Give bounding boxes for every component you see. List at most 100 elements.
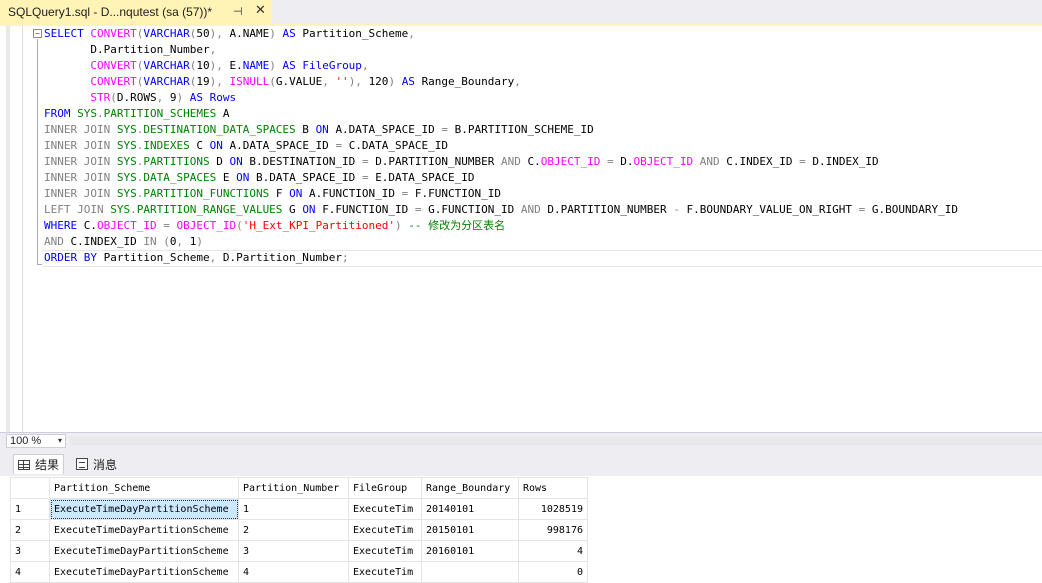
code-token: F.BOUNDARY_VALUE_ON_RIGHT <box>686 203 859 216</box>
code-token: E <box>216 171 237 184</box>
code-line[interactable]: INNER JOIN SYS.PARTITION_FUNCTIONS F ON … <box>44 186 958 202</box>
table-cell[interactable]: 2 <box>238 519 349 541</box>
code-token: PARTITION_RANGE_VALUES <box>136 203 283 216</box>
horizontal-scrollbar[interactable] <box>70 437 1042 445</box>
code-token: ), <box>209 27 230 40</box>
code-token: INNER JOIN <box>44 187 117 200</box>
code-token: A.FUNCTION_ID <box>308 187 402 200</box>
code-token: ( <box>110 91 117 104</box>
code-token: = <box>401 187 415 200</box>
column-header-partition-number[interactable]: Partition_Number <box>238 477 349 499</box>
sql-editor[interactable]: − SELECT CONVERT(VARCHAR(50), A.NAME) AS… <box>0 26 1042 432</box>
code-token: B.PARTITION_SCHEME_ID <box>454 123 594 136</box>
code-token: = <box>600 155 621 168</box>
code-token: OBJECT_ID <box>176 219 237 232</box>
code-token: F.FUNCTION_ID <box>414 187 502 200</box>
table-cell[interactable]: ExecuteTim <box>348 498 422 520</box>
code-token: AND <box>693 155 727 168</box>
chevron-down-icon[interactable]: ▾ <box>58 435 62 447</box>
table-cell[interactable]: ExecuteTimeDayPartitionScheme <box>49 498 239 520</box>
code-token: SYS <box>116 187 137 200</box>
code-line[interactable]: INNER JOIN SYS.DESTINATION_DATA_SPACES B… <box>44 122 958 138</box>
code-line[interactable]: INNER JOIN SYS.INDEXES C ON A.DATA_SPACE… <box>44 138 958 154</box>
tab-messages[interactable]: 消息 <box>72 454 121 474</box>
code-line[interactable]: CONVERT(VARCHAR(19), ISNULL(G.VALUE, '')… <box>44 74 958 90</box>
tab-results[interactable]: 结果 <box>13 454 65 474</box>
table-cell[interactable]: ExecuteTim <box>348 540 422 562</box>
code-line[interactable]: INNER JOIN SYS.PARTITIONS D ON B.DESTINA… <box>44 154 958 170</box>
table-cell[interactable]: ExecuteTimeDayPartitionScheme <box>49 540 239 562</box>
table-cell[interactable]: 998176 <box>518 519 588 541</box>
row-number-header[interactable] <box>10 477 50 499</box>
table-row[interactable]: 1 ExecuteTimeDayPartitionScheme 1 Execut… <box>10 498 588 520</box>
table-cell[interactable]: 1 <box>238 498 349 520</box>
table-cell[interactable]: 20140101 <box>421 498 519 520</box>
table-row[interactable]: 4 ExecuteTimeDayPartitionScheme 4 Execut… <box>10 561 588 583</box>
code-token: D.INDEX_ID <box>812 155 879 168</box>
table-cell[interactable]: ExecuteTimeDayPartitionScheme <box>49 519 239 541</box>
column-header-partition-scheme[interactable]: Partition_Scheme <box>49 477 239 499</box>
code-line[interactable]: WHERE C.OBJECT_ID = OBJECT_ID('H_Ext_KPI… <box>44 218 958 234</box>
code-token: SYS <box>116 123 137 136</box>
table-cell[interactable]: 4 <box>518 540 588 562</box>
table-cell[interactable]: 1028519 <box>518 498 588 520</box>
column-header-range-boundary[interactable]: Range_Boundary <box>421 477 519 499</box>
results-grid[interactable]: Partition_Scheme Partition_Number FileGr… <box>10 477 588 583</box>
code-token: AS <box>282 59 303 72</box>
zoom-dropdown[interactable]: 100 % ▾ <box>6 434 66 448</box>
column-header-filegroup[interactable]: FileGroup <box>348 477 422 499</box>
table-cell[interactable]: 3 <box>238 540 349 562</box>
pin-tab-icon[interactable]: ⊣ <box>233 5 243 18</box>
code-token: C.DATA_SPACE_ID <box>348 139 449 152</box>
code-token: ) <box>196 235 203 248</box>
close-tab-icon[interactable]: ✕ <box>255 3 266 18</box>
code-line[interactable]: SELECT CONVERT(VARCHAR(50), A.NAME) AS P… <box>44 26 958 42</box>
code-token: = <box>799 155 813 168</box>
code-token: ) <box>176 91 190 104</box>
code-line[interactable]: AND C.INDEX_ID IN (0, 1) <box>44 234 958 250</box>
row-number[interactable]: 2 <box>10 519 50 541</box>
code-line[interactable]: LEFT JOIN SYS.PARTITION_RANGE_VALUES G O… <box>44 202 958 218</box>
table-cell[interactable] <box>421 561 519 583</box>
code-token: ON <box>302 203 323 216</box>
code-token: ON <box>236 171 256 184</box>
code-line[interactable]: D.Partition_Number, <box>44 42 958 58</box>
code-line[interactable]: ORDER BY Partition_Scheme, D.Partition_N… <box>44 250 958 266</box>
code-token: SYS <box>110 203 131 216</box>
table-cell[interactable]: 20150101 <box>421 519 519 541</box>
code-token: , <box>209 251 223 264</box>
column-header-rows[interactable]: Rows <box>518 477 588 499</box>
code-token: C. <box>527 155 541 168</box>
code-token: STR <box>90 91 111 104</box>
code-token: G.VALUE <box>275 75 323 88</box>
row-number[interactable]: 4 <box>10 561 50 583</box>
code-line[interactable]: INNER JOIN SYS.DATA_SPACES E ON B.DATA_S… <box>44 170 958 186</box>
code-token: , <box>514 75 521 88</box>
code-token: VARCHAR <box>143 59 190 72</box>
code-token: D.Partition_Number <box>44 43 210 56</box>
code-line[interactable]: FROM SYS.PARTITION_SCHEMES A <box>44 106 958 122</box>
table-cell[interactable]: 0 <box>518 561 588 583</box>
row-number[interactable]: 3 <box>10 540 50 562</box>
code-token: AND <box>501 155 528 168</box>
code-line[interactable]: STR(D.ROWS, 9) AS Rows <box>44 90 958 106</box>
table-cell[interactable]: 4 <box>238 561 349 583</box>
table-row[interactable]: 2 ExecuteTimeDayPartitionScheme 2 Execut… <box>10 519 588 541</box>
code-token: Rows <box>209 91 237 104</box>
table-cell[interactable]: 20160101 <box>421 540 519 562</box>
code-line[interactable]: CONVERT(VARCHAR(10), E.NAME) AS FileGrou… <box>44 58 958 74</box>
change-tracking-bar <box>6 26 10 432</box>
table-row[interactable]: 3 ExecuteTimeDayPartitionScheme 3 Execut… <box>10 540 588 562</box>
sql-code[interactable]: SELECT CONVERT(VARCHAR(50), A.NAME) AS P… <box>44 26 958 266</box>
table-cell[interactable]: ExecuteTim <box>348 561 422 583</box>
row-number[interactable]: 1 <box>10 498 50 520</box>
table-cell[interactable]: ExecuteTim <box>348 519 422 541</box>
collapse-region-icon[interactable]: − <box>33 29 42 38</box>
code-token: SYS <box>116 155 137 168</box>
code-token: ISNULL <box>229 75 270 88</box>
code-token: INNER JOIN <box>44 155 117 168</box>
table-cell[interactable]: ExecuteTimeDayPartitionScheme <box>49 561 239 583</box>
query-document-tab[interactable]: SQLQuery1.sql - D...nqutest (sa (57))* ⊣… <box>0 0 272 24</box>
